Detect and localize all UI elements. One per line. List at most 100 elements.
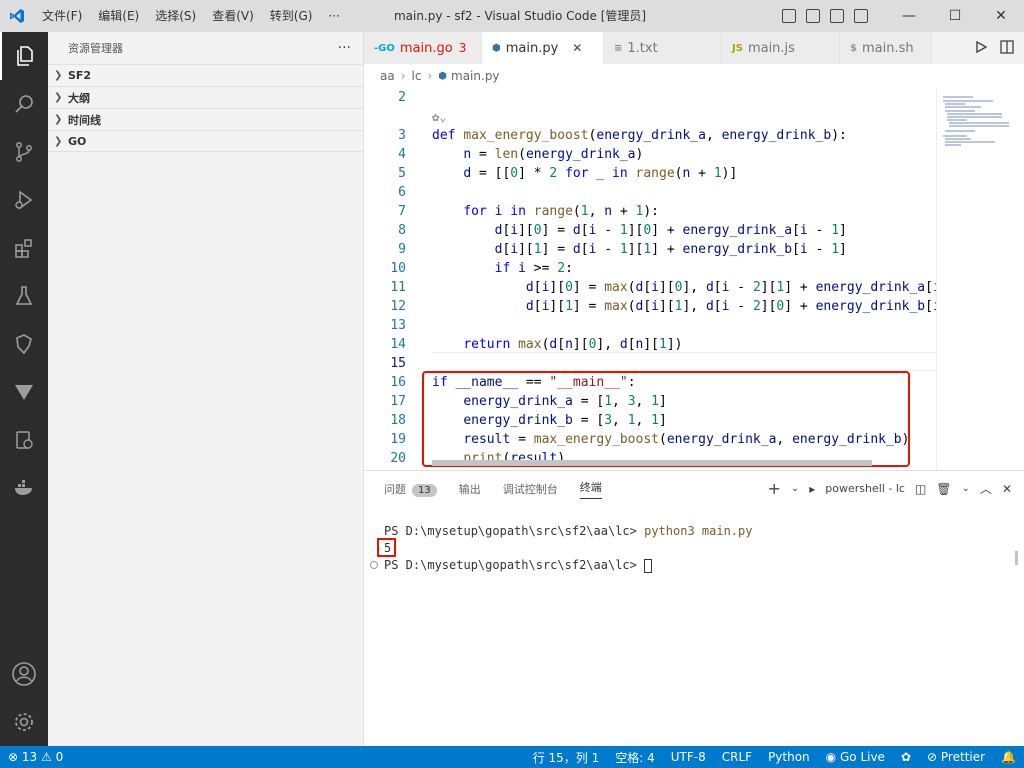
code-line[interactable]: 6 [364, 183, 936, 202]
terminal-prompt: PS D:\mysetup\gopath\src\sf2\aa\lc> [384, 558, 645, 572]
more-actions-icon[interactable]: ··· [338, 40, 351, 56]
end-of-line[interactable]: CRLF [714, 750, 760, 764]
code-line[interactable]: 3 def max_energy_boost(energy_drink_a, en… [364, 126, 936, 145]
encoding[interactable]: UTF-8 [663, 750, 714, 764]
indentation[interactable]: 空格: 4 [607, 749, 663, 766]
layout-controls [782, 0, 868, 32]
line-number: 7 [398, 204, 406, 219]
code-line[interactable]: 11 d[i][0] = max(d[i][0], d[i - 2][1] + … [364, 278, 936, 297]
split-editor-icon[interactable] [1000, 39, 1014, 57]
chevron-down-icon[interactable]: ⌄ [962, 483, 970, 494]
terminal-line: PS D:\mysetup\gopath\src\sf2\aa\lc> [384, 557, 752, 574]
section-sf2[interactable]: ❯ SF2 [48, 64, 363, 86]
code-line[interactable]: 10 if i >= 2: [364, 259, 936, 278]
language-mode[interactable]: Python [760, 750, 818, 764]
menu-file[interactable]: 文件(F) [34, 0, 90, 32]
minimize-button[interactable]: — [886, 0, 932, 32]
go-tools-icon[interactable] [0, 320, 48, 368]
explorer-icon[interactable] [0, 32, 48, 80]
maximize-button[interactable]: ☐ [932, 0, 978, 32]
codelens-icon[interactable]: ✿⌄ [432, 110, 446, 124]
tab-problems[interactable]: 问题 13 [384, 481, 437, 497]
extensions-icon[interactable] [0, 224, 48, 272]
cursor-position[interactable]: 行 15，列 1 [525, 749, 608, 766]
close-tab-icon[interactable]: ✕ [572, 41, 582, 55]
close-window-button[interactable]: ✕ [978, 0, 1024, 32]
menu-more[interactable]: ··· [320, 0, 347, 32]
menu-edit[interactable]: 编辑(E) [90, 0, 147, 32]
prettier-button[interactable]: ⊘ Prettier [919, 750, 993, 764]
chevron-right-icon: ❯ [54, 114, 63, 125]
notifications-bell-icon[interactable]: 🔔 [993, 750, 1024, 764]
breadcrumb-item[interactable]: main.py [451, 69, 500, 83]
editor-tabs: -GO main.go 3 ⬢ main.py ✕ ≡ 1.txt JS mai… [364, 32, 1024, 64]
terminal-cursor [644, 558, 653, 573]
toggle-sidebar-icon[interactable] [782, 9, 796, 23]
close-panel-icon[interactable]: ✕ [1002, 482, 1012, 496]
source-control-icon[interactable] [0, 128, 48, 176]
shell-file-icon: $ [850, 42, 857, 54]
customize-layout-icon[interactable] [854, 9, 868, 23]
settings-gear-icon[interactable] [0, 698, 48, 746]
window-title: main.py - sf2 - Visual Studio Code [管理员] [393, 9, 647, 23]
go-tools-status-icon[interactable]: ✿ [893, 750, 919, 764]
highlight-box-main-block [422, 371, 910, 467]
section-timeline[interactable]: ❯ 时间线 [48, 108, 363, 130]
code-line[interactable]: 4 n = len(energy_drink_a) [364, 145, 936, 164]
tab-1-txt[interactable]: ≡ 1.txt [604, 32, 722, 64]
code-line[interactable]: 8 d[i][0] = d[i - 1][0] + energy_drink_a… [364, 221, 936, 240]
breadcrumb-item[interactable]: aa [380, 69, 395, 83]
line-number: 16 [390, 375, 406, 390]
tab-main-sh[interactable]: $ main.sh [840, 32, 932, 64]
minimap[interactable] [936, 88, 1024, 470]
terminal-scrollbar[interactable] [1015, 551, 1018, 565]
horizontal-scrollbar[interactable] [432, 460, 872, 466]
code-line[interactable]: 5 d = [[0] * 2 for _ in range(n + 1)] [364, 164, 936, 183]
section-label: 时间线 [68, 113, 101, 127]
breadcrumb-item[interactable]: lc [412, 69, 422, 83]
code-line[interactable]: 9 d[i][1] = d[i - 1][1] + energy_drink_b… [364, 240, 936, 259]
vue-icon[interactable] [0, 368, 48, 416]
section-label: SF2 [68, 69, 92, 82]
tab-main-js[interactable]: JS main.js [722, 32, 840, 64]
terminal-name[interactable]: powershell - lc [825, 482, 905, 495]
remote-explorer-icon[interactable] [0, 416, 48, 464]
code-line[interactable]: 13 [364, 316, 936, 335]
tab-debug-console[interactable]: 调试控制台 [503, 481, 558, 497]
split-terminal-icon[interactable]: ◫ [915, 482, 926, 496]
section-go[interactable]: ❯ GO [48, 130, 363, 152]
search-icon[interactable] [0, 80, 48, 128]
section-outline[interactable]: ❯ 大纲 [48, 86, 363, 108]
terminal-output[interactable]: PS D:\mysetup\gopath\src\sf2\aa\lc> pyth… [384, 523, 752, 574]
line-number: 13 [390, 318, 406, 333]
js-file-icon: JS [732, 42, 743, 54]
problems-status[interactable]: ⊗ 13 ⚠ 0 [0, 750, 71, 764]
trash-icon[interactable]: 🗑 [936, 482, 951, 496]
code-line[interactable]: 12 d[i][1] = max(d[i][1], d[i - 2][0] + … [364, 297, 936, 316]
menu-view[interactable]: 查看(V) [204, 0, 262, 32]
chevron-down-icon[interactable]: ⌄ [791, 483, 799, 494]
chevron-right-icon: ❯ [54, 70, 63, 81]
run-debug-icon[interactable] [0, 176, 48, 224]
toggle-panel-icon[interactable] [806, 9, 820, 23]
go-live-button[interactable]: ◉ Go Live [818, 750, 893, 764]
menu-selection[interactable]: 选择(S) [147, 0, 204, 32]
account-icon[interactable] [0, 650, 48, 698]
code-line[interactable]: 2 [364, 88, 936, 107]
toggle-secondary-sidebar-icon[interactable] [830, 9, 844, 23]
new-terminal-icon[interactable]: + [767, 479, 780, 498]
testing-flask-icon[interactable] [0, 272, 48, 320]
tab-main-go[interactable]: -GO main.go 3 [364, 32, 482, 64]
terminal-command: python3 main.py [644, 524, 753, 538]
tab-output[interactable]: 输出 [459, 481, 481, 497]
terminal-line: PS D:\mysetup\gopath\src\sf2\aa\lc> pyth… [384, 523, 752, 540]
editor-actions [974, 32, 1024, 64]
tab-terminal[interactable]: 终端 [579, 479, 602, 499]
run-file-icon[interactable] [974, 40, 988, 57]
menu-goto[interactable]: 转到(G) [262, 0, 321, 32]
code-line[interactable]: 7 for i in range(1, n + 1): [364, 202, 936, 221]
code-text: if i >= 2: [494, 261, 573, 276]
tab-main-py[interactable]: ⬢ main.py ✕ [482, 32, 604, 64]
docker-icon[interactable] [0, 464, 48, 512]
maximize-panel-icon[interactable]: ︿ [980, 480, 992, 497]
